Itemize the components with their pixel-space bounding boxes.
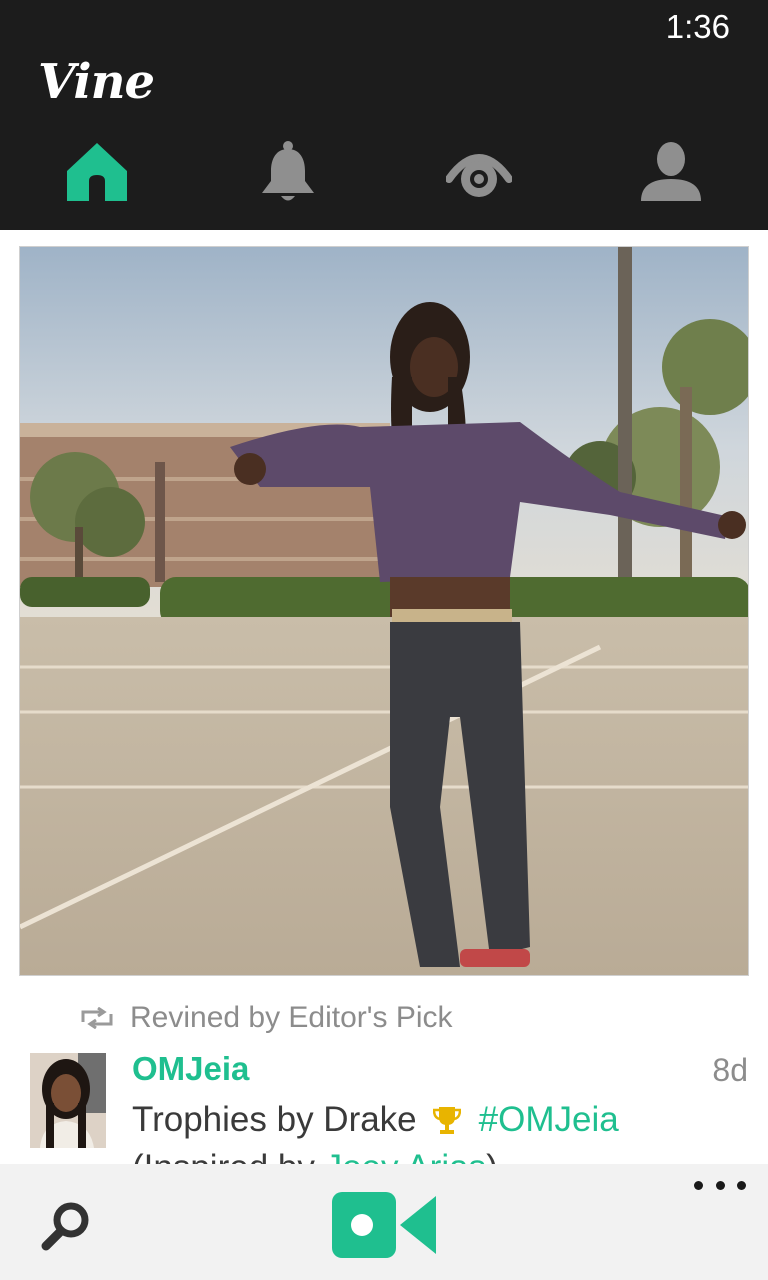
tab-explore[interactable] [434, 126, 524, 216]
post-age: 8d [712, 1052, 748, 1088]
status-time: 1:36 [665, 8, 730, 45]
inspired-prefix: (Inspired by [132, 1148, 325, 1164]
home-icon [67, 143, 127, 201]
description-text: Trophies by Drake [132, 1100, 417, 1139]
search-button[interactable] [40, 1200, 92, 1252]
more-button[interactable] [694, 1172, 746, 1198]
feed[interactable]: Revined by Editor's Pick OMJeia 8d Troph… [0, 230, 768, 1164]
tab-profile[interactable] [626, 126, 716, 216]
eye-icon [446, 154, 512, 197]
revine-label: Revined by Editor's Pick [130, 1001, 453, 1034]
revine-info: Revined by Editor's Pick [80, 1000, 453, 1036]
video-frame [20, 247, 748, 975]
author-name[interactable]: OMJeia [132, 1050, 249, 1088]
record-button[interactable] [332, 1192, 436, 1258]
video-player[interactable] [19, 246, 749, 976]
inspired-user-link[interactable]: Joey Arias [325, 1148, 486, 1164]
more-dot [737, 1180, 746, 1190]
vine-logo: Vine [38, 54, 155, 110]
person-icon [641, 142, 701, 201]
avatar[interactable] [30, 1053, 106, 1148]
trophy-icon [432, 1105, 461, 1135]
more-dot [715, 1180, 725, 1190]
inspired-by: (Inspired by Joey Arias) [132, 1148, 498, 1164]
bell-icon [262, 141, 314, 201]
more-dot [694, 1180, 703, 1190]
search-icon [41, 1202, 89, 1251]
inspired-suffix: ) [486, 1148, 498, 1164]
app-header: 1:36 Vine [0, 0, 768, 230]
hashtag-link[interactable]: #OMJeia [479, 1100, 619, 1140]
post-description: Trophies by Drake #OMJeia [132, 1100, 619, 1140]
video-camera-icon [332, 1192, 436, 1258]
revine-icon [80, 1007, 114, 1029]
tab-home[interactable] [52, 126, 142, 216]
tab-activity[interactable] [243, 126, 333, 216]
bottom-app-bar [0, 1164, 768, 1280]
